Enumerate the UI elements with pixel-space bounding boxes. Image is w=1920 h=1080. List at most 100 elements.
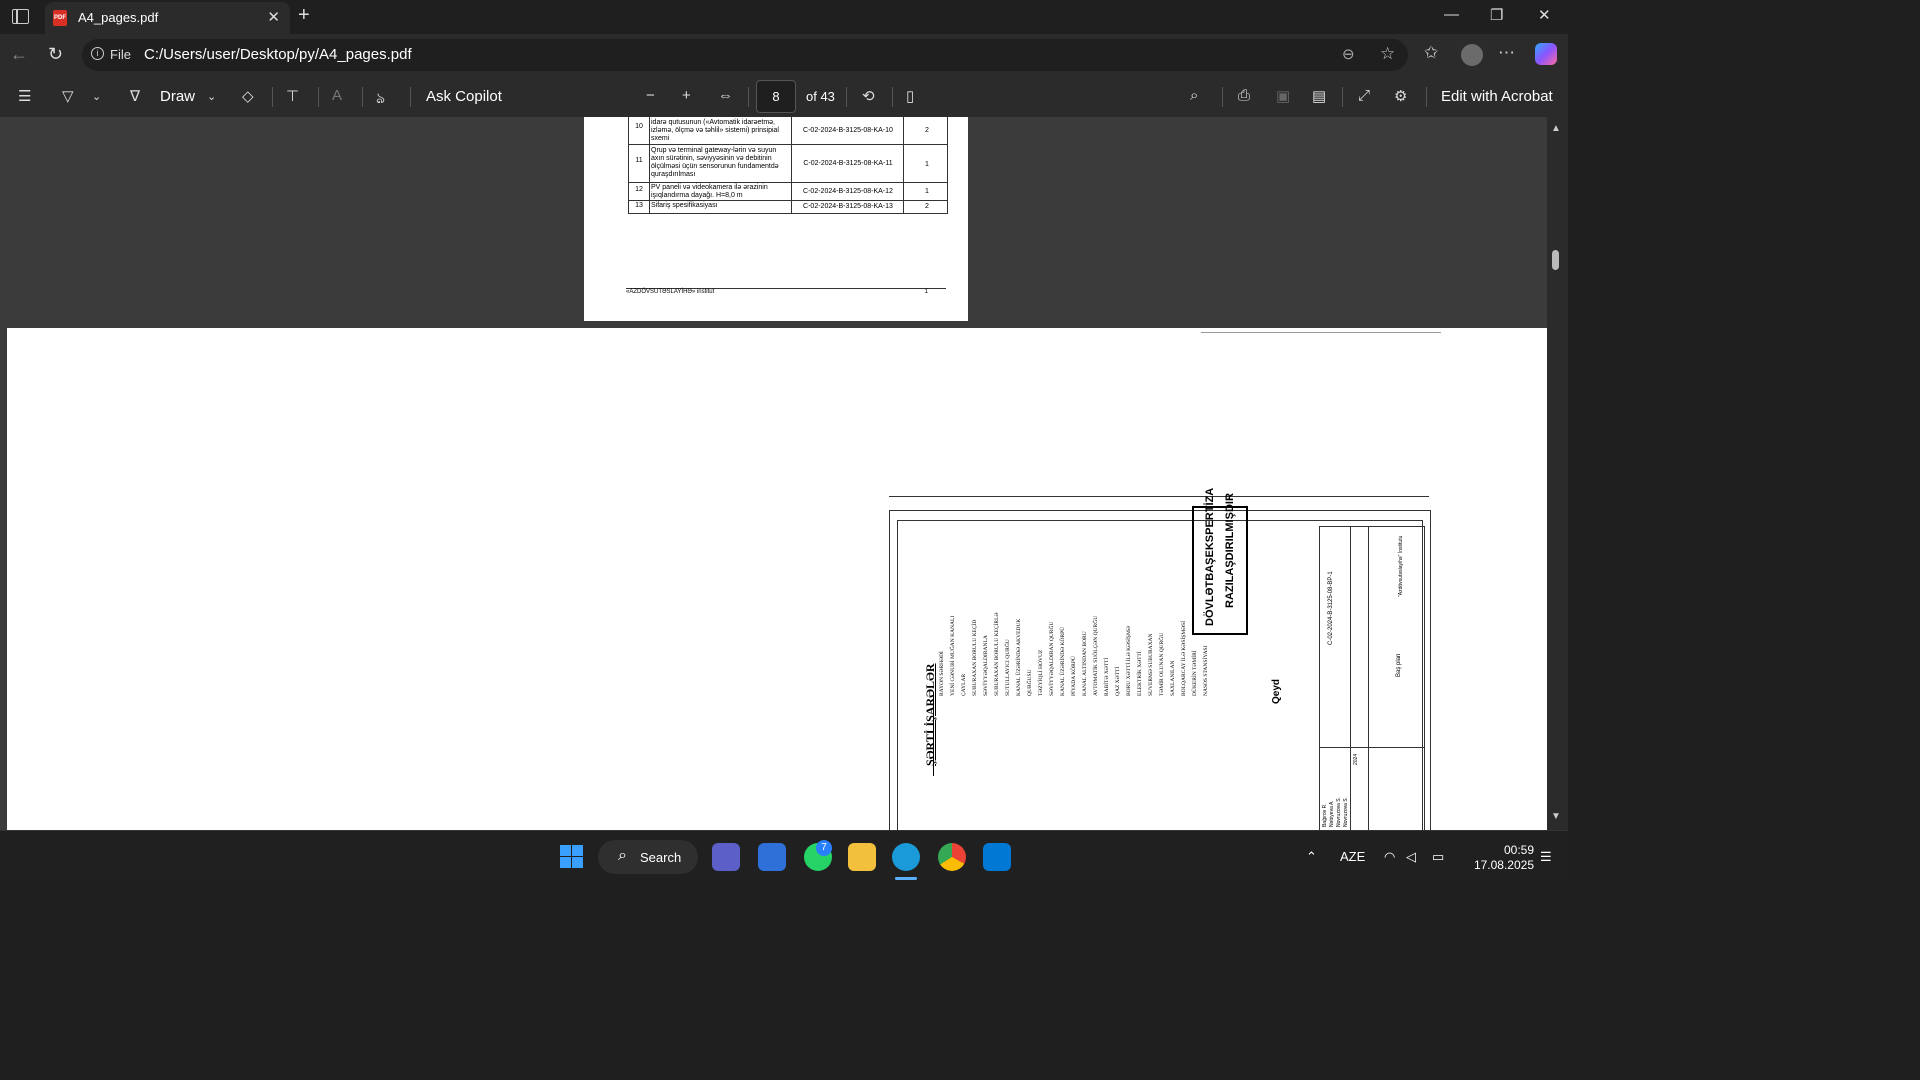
address-row: ← ↻ i File C:/Users/user/Desktop/py/A4_p… [0,34,1568,76]
legend-item: RABİTƏ XƏTTİ [1104,657,1110,696]
draw-icon[interactable]: ∇ [130,87,140,105]
page-number-input[interactable]: 8 [756,80,796,113]
file-explorer-icon[interactable] [848,843,876,871]
translate-icon[interactable]: ঌ [376,87,385,112]
teams-icon[interactable] [712,843,740,871]
fullscreen-icon[interactable]: ⤢ [1358,87,1370,104]
eraser-icon[interactable]: ◇ [242,87,254,105]
settings-gear-icon[interactable]: ⚙ [1394,87,1407,105]
divider [1222,87,1223,107]
draw-button[interactable]: Draw [160,88,195,105]
tab-pdf[interactable]: PDF A4_pages.pdf ✕ [45,2,290,34]
page-view-icon[interactable]: ▯ [906,87,914,105]
signer-4: Novruzova S. [1343,796,1349,827]
restore-icon[interactable]: ❐ [1490,6,1503,24]
rotate-icon[interactable]: ⟲ [862,87,875,105]
scroll-up-icon[interactable]: ▲ [1551,123,1561,134]
copilot-icon[interactable] [1535,43,1557,65]
favorite-star-icon[interactable]: ☆ [1380,44,1395,64]
print-icon[interactable]: ⎙ [1238,87,1250,104]
close-window-icon[interactable]: ✕ [1538,6,1551,24]
divider [410,87,411,107]
signer-3: Novruzova S. [1336,796,1342,827]
legend-item: KANAL ÜZƏRİNDƏ KÖRPÜ [1060,626,1066,696]
favorites-icon[interactable]: ✩ [1424,43,1438,63]
notifications-icon[interactable]: ☰ [1540,849,1552,865]
divider [362,87,363,107]
legend-item: RAYON SƏRHƏDİ [939,651,945,696]
plan-drawing: ŞƏRTİ İŞARƏLƏR RAYON SƏRHƏDİ YENİ CƏNUBİ … [889,488,1431,830]
legend-item: AVTOMATİK SUÖLÇƏN QURĞU [1093,615,1099,696]
refresh-icon[interactable]: ↻ [48,44,63,65]
tab-strip: PDF A4_pages.pdf ✕ + — ❐ ✕ [0,0,1568,34]
legend-item: SUBURAXAN BORULU KEÇİRLƏ [994,612,1000,696]
scheme-label: File [110,47,131,62]
legend-item: TƏMİR OLUNAN QURĞU [1159,632,1165,696]
legend-item: SAXLANILAN [1170,660,1176,696]
search-label: Search [640,850,682,865]
info-icon[interactable]: i [91,47,104,60]
highlight-chevron-icon[interactable]: ⌄ [92,90,101,103]
legend-item: SUBURAXAN BORULU KEÇİD [972,619,978,696]
vertical-tabs-icon[interactable] [12,9,29,24]
store-icon[interactable] [758,843,786,871]
zoom-out-button-icon[interactable]: − [646,87,655,104]
language-indicator[interactable]: AZE [1340,849,1365,864]
whatsapp-badge: 7 [816,840,832,856]
signer-2: Nəbiyeva A. [1329,800,1335,827]
tray-chevron-icon[interactable]: ⌃ [1306,849,1317,865]
minimize-icon[interactable]: — [1444,6,1459,23]
year: 2024 [1353,753,1359,765]
scroll-down-icon[interactable]: ▼ [1551,811,1561,822]
contents-icon[interactable]: ☰ [18,87,31,105]
legend-item: DÜKERİN TƏMİRİ [1192,650,1198,696]
edit-with-acrobat-button[interactable]: Edit with Acrobat [1441,88,1553,105]
search-icon[interactable]: ⌕ [1190,87,1198,104]
new-tab-icon[interactable]: + [298,4,310,27]
pdf-favicon-icon: PDF [53,10,67,26]
page-footer: «AZDÖVSUTƏSLAYİHƏ» institut 1 [626,288,946,295]
back-icon[interactable]: ← [10,44,28,65]
more-icon[interactable]: ⋯ [1498,43,1515,63]
legend-item: BOLQARCAY İLƏ KƏSİŞMƏSİ [1181,620,1187,696]
legend-item: ÇAYLAR [961,673,967,696]
address-bar[interactable]: i File C:/Users/user/Desktop/py/A4_pages… [82,39,1408,71]
title-block: C-02-2024-B-3125-08-BP-1 Baş plan "Azdöv… [1319,526,1425,830]
scroll-thumb[interactable] [1552,250,1559,270]
vscode-icon[interactable] [983,843,1011,871]
volume-icon[interactable]: ◁ [1406,849,1416,865]
save-icon[interactable]: ▣ [1276,87,1290,105]
draw-chevron-icon[interactable]: ⌄ [207,90,216,103]
divider [1426,87,1427,107]
highlight-icon[interactable]: ▽ [62,87,74,105]
text-box-icon[interactable]: ⊤ [286,87,299,105]
start-button[interactable] [558,843,586,871]
battery-icon[interactable]: ▭ [1432,849,1444,865]
ask-copilot-button[interactable]: Ask Copilot [426,88,502,105]
read-aloud-icon[interactable]: A [332,87,342,104]
active-indicator [895,877,917,880]
fit-page-icon[interactable]: ⇔ [718,87,733,104]
vertical-scrollbar[interactable]: ▲ ▼ [1547,117,1568,830]
divider [318,87,319,107]
table-row: 10 idarə qutusunun («Avtomatik idarəetmə… [629,117,947,145]
page-total: of 43 [806,89,835,104]
clock[interactable]: 00:59 17.08.2025 [1464,843,1534,873]
save-as-icon[interactable]: ▤ [1312,87,1326,105]
taskbar-search[interactable]: ⌕ Search [598,840,698,874]
close-tab-icon[interactable]: ✕ [267,8,280,26]
pdf-page-previous: 10 idarə qutusunun («Avtomatik idarəetmə… [584,117,968,321]
pdf-viewer[interactable]: 10 idarə qutusunun («Avtomatik idarəetmə… [0,117,1547,830]
zoom-out-icon[interactable]: ⊖ [1342,45,1355,63]
profile-avatar[interactable] [1461,44,1483,66]
url-text[interactable]: C:/Users/user/Desktop/py/A4_pages.pdf [144,46,412,63]
divider [846,87,847,107]
divider [272,87,273,107]
tab-title: A4_pages.pdf [78,10,159,25]
zoom-in-icon[interactable]: + [682,87,691,104]
chrome-icon[interactable] [938,843,966,871]
legend-item: YENİ CƏNUBİ MUĞAN KANALI [950,615,956,696]
signer-1: Bağırov R. [1322,803,1328,827]
edge-icon[interactable] [892,843,920,871]
wifi-icon[interactable]: ◠ [1384,849,1395,865]
